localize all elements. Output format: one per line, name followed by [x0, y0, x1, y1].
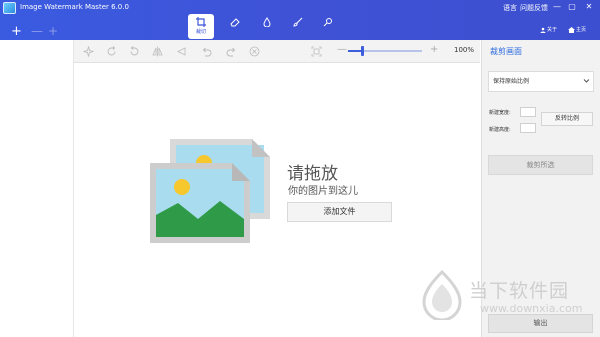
- chevron-down-icon: [583, 79, 590, 83]
- file-list-panel[interactable]: [0, 40, 74, 337]
- swap-ratio-button[interactable]: 反转比例: [541, 112, 593, 126]
- about-label: 关于: [547, 27, 558, 33]
- tab-drop[interactable]: [254, 14, 280, 38]
- remove-image-button[interactable]: —: [31, 25, 43, 38]
- feedback-link[interactable]: 问题反馈: [520, 3, 548, 13]
- drop-subtitle: 你的图片到这儿: [288, 186, 358, 197]
- zoom-in-button[interactable]: +: [430, 44, 438, 55]
- panel-title: 裁剪画面: [490, 47, 522, 56]
- flip-vertical-icon[interactable]: [176, 46, 187, 57]
- output-button[interactable]: 输出: [488, 314, 593, 333]
- tab-brush[interactable]: [285, 14, 311, 38]
- zoom-out-button[interactable]: —: [337, 44, 347, 55]
- pin-icon: [323, 18, 332, 27]
- new-height-field[interactable]: [520, 123, 536, 133]
- image-placeholder-icon: [150, 139, 270, 243]
- crop-selected-button[interactable]: 裁剪所选: [488, 155, 593, 175]
- drop-title: 请拖放: [287, 164, 338, 184]
- drop-icon: [263, 17, 271, 27]
- clear-icon[interactable]: [249, 46, 260, 57]
- maximize-button[interactable]: ▢: [566, 2, 578, 12]
- add-image-button[interactable]: +: [11, 25, 22, 38]
- flip-horizontal-icon[interactable]: [152, 46, 163, 57]
- minimize-button[interactable]: —: [551, 2, 563, 12]
- brush-icon: [293, 17, 303, 27]
- undo-icon[interactable]: [201, 46, 212, 57]
- fit-screen-icon[interactable]: [311, 46, 322, 57]
- aspect-ratio-select[interactable]: 保持原始比例: [488, 71, 594, 92]
- crop-icon: [196, 17, 206, 27]
- new-height-label: 新建高度:: [489, 127, 511, 133]
- watermark-url: www.downxia.com: [480, 302, 583, 315]
- tab-crop-label: 裁切: [195, 29, 206, 35]
- watermark-text: 当下软件园: [469, 280, 570, 302]
- app-logo-icon: [3, 2, 16, 14]
- language-link[interactable]: 语言: [503, 3, 517, 13]
- zoom-slider-thumb[interactable]: [361, 46, 364, 56]
- home-label: 主页: [576, 27, 587, 33]
- redo-icon[interactable]: [226, 46, 237, 57]
- tab-crop[interactable]: 裁切: [188, 14, 214, 39]
- person-icon: [540, 27, 546, 33]
- new-width-label: 新建宽度:: [489, 110, 511, 116]
- about-button[interactable]: 关于: [540, 26, 557, 33]
- add-folder-button[interactable]: +: [48, 25, 58, 38]
- eraser-icon: [230, 18, 240, 27]
- sparkle-icon[interactable]: [83, 46, 94, 57]
- new-width-field[interactable]: [520, 107, 536, 117]
- close-button[interactable]: ✕: [583, 2, 595, 12]
- add-file-button[interactable]: 添加文件: [287, 202, 392, 222]
- tab-eraser[interactable]: [222, 14, 248, 38]
- watermark-logo: [422, 270, 462, 320]
- app-title: Image Watermark Master 6.0.0: [20, 3, 129, 11]
- tab-pin[interactable]: [315, 14, 341, 38]
- rotate-right-icon[interactable]: [106, 46, 117, 57]
- zoom-percent: 100%: [454, 46, 475, 54]
- home-icon: [568, 26, 575, 33]
- rotate-left-icon[interactable]: [129, 46, 140, 57]
- home-button[interactable]: 主页: [568, 26, 586, 33]
